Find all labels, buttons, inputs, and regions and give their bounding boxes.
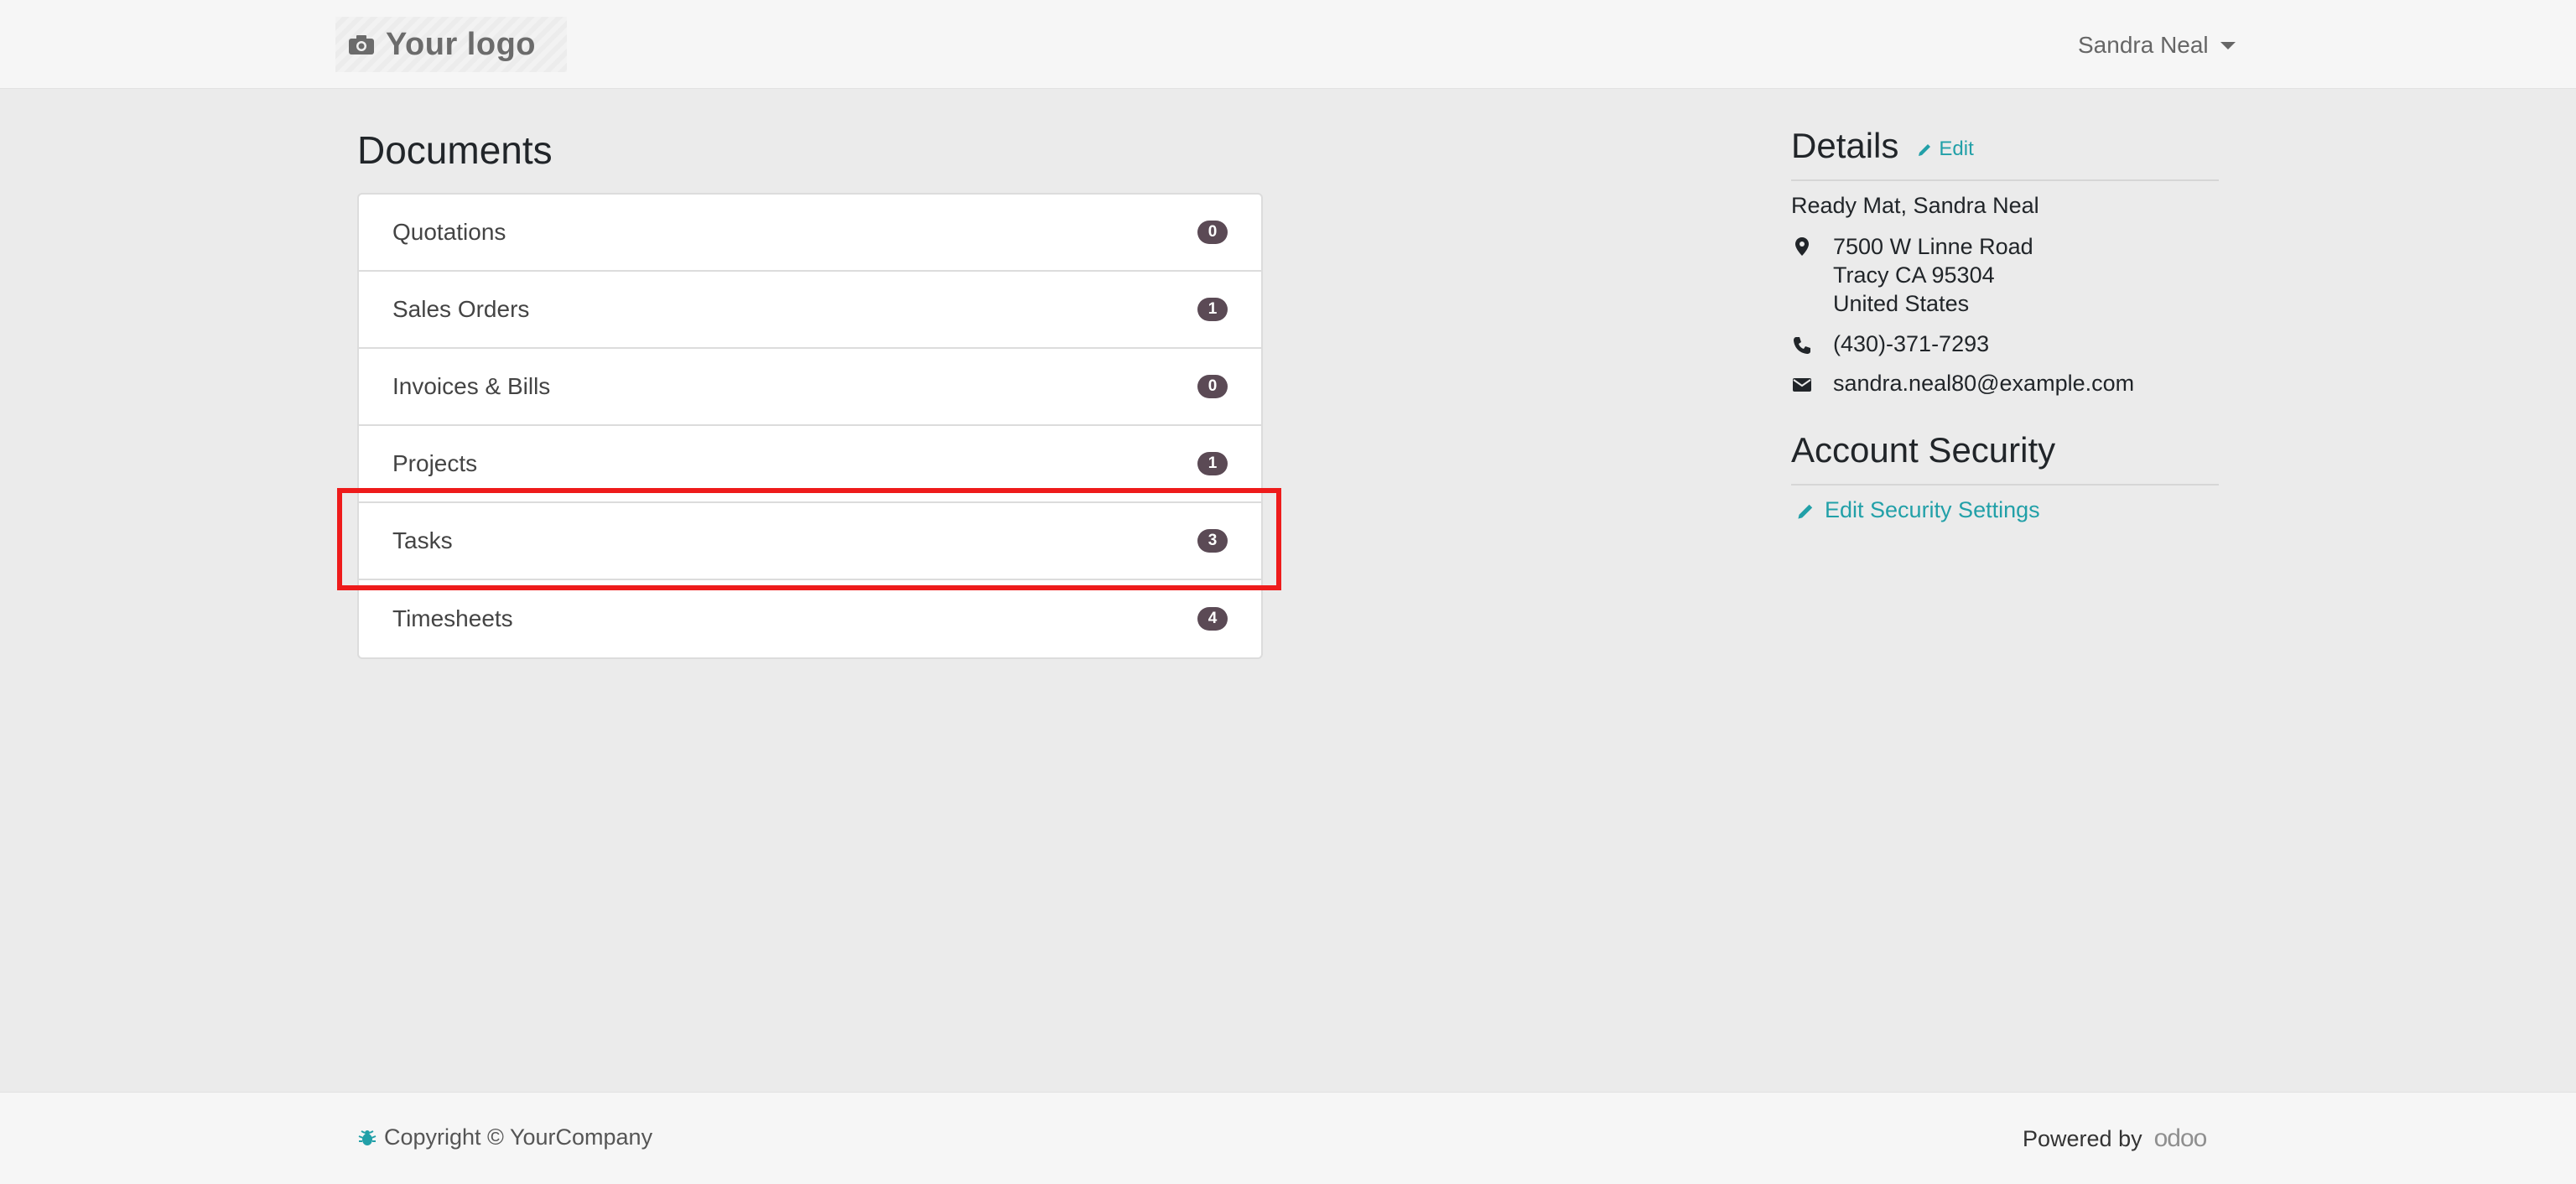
- address: 7500 W Linne Road Tracy CA 95304 United …: [1833, 232, 2033, 318]
- document-item-sales-orders[interactable]: Sales Orders 1: [359, 272, 1261, 349]
- top-navbar: Your logo Sandra Neal: [0, 0, 2576, 89]
- email-address: sandra.neal80@example.com: [1833, 371, 2135, 396]
- address-line: Tracy CA 95304: [1833, 262, 1995, 288]
- map-marker-icon: [1795, 237, 1809, 256]
- document-item-quotations[interactable]: Quotations 0: [359, 195, 1261, 272]
- phone-row: (430)-371-7293: [1791, 331, 2219, 357]
- envelope-icon: [1793, 378, 1811, 392]
- edit-details-link[interactable]: Edit: [1917, 138, 1974, 161]
- copyright: Copyright © YourCompany: [357, 1124, 652, 1150]
- user-name: Sandra Neal: [2078, 32, 2209, 58]
- phone-icon: [1794, 337, 1810, 354]
- details-title: Details: [1791, 126, 1899, 165]
- address-row: 7500 W Linne Road Tracy CA 95304 United …: [1791, 232, 2219, 318]
- pencil-icon: [1798, 504, 1813, 519]
- address-line: United States: [1833, 291, 1970, 316]
- email-row: sandra.neal80@example.com: [1791, 371, 2219, 397]
- company-contact: Ready Mat, Sandra Neal: [1791, 193, 2039, 218]
- document-label: Projects: [392, 450, 478, 476]
- odoo-logo: odoo: [2153, 1124, 2208, 1152]
- footer: Copyright © YourCompany Powered by odoo: [0, 1092, 2576, 1184]
- details-panel: Details Edit Ready Mat, Sandra Neal 7500…: [1791, 126, 2219, 523]
- powered-by[interactable]: Powered by odoo: [2023, 1124, 2208, 1153]
- powered-by-text: Powered by: [2023, 1125, 2142, 1151]
- count-badge: 4: [1197, 607, 1228, 631]
- camera-icon: [349, 35, 374, 55]
- document-label: Invoices & Bills: [392, 373, 551, 399]
- count-badge: 1: [1197, 298, 1228, 321]
- caret-down-icon: [2220, 41, 2236, 49]
- edit-label: Edit: [1939, 138, 1974, 160]
- count-badge: 0: [1197, 375, 1228, 398]
- count-badge: 0: [1197, 221, 1228, 244]
- document-item-invoices-bills[interactable]: Invoices & Bills 0: [359, 349, 1261, 426]
- edit-security-label: Edit Security Settings: [1825, 497, 2040, 522]
- details-header: Details Edit: [1791, 126, 2219, 181]
- copyright-text: Copyright © YourCompany: [384, 1124, 653, 1150]
- logo-text: Your logo: [386, 26, 536, 62]
- account-security-title: Account Security: [1791, 430, 2056, 470]
- address-line: 7500 W Linne Road: [1833, 234, 2033, 259]
- documents-title: Documents: [357, 128, 553, 172]
- phone-number: (430)-371-7293: [1833, 331, 1990, 356]
- pencil-icon: [1919, 144, 1931, 156]
- bug-icon[interactable]: [357, 1128, 377, 1148]
- user-menu-dropdown[interactable]: Sandra Neal: [2078, 29, 2236, 62]
- document-label: Sales Orders: [392, 296, 530, 322]
- document-label: Timesheets: [392, 605, 513, 631]
- company-logo[interactable]: Your logo: [335, 17, 567, 72]
- count-badge: 1: [1197, 452, 1228, 475]
- highlight-box: [337, 488, 1281, 590]
- account-security-header: Account Security: [1791, 430, 2219, 486]
- document-label: Quotations: [392, 219, 506, 245]
- document-item-timesheets[interactable]: Timesheets 4: [359, 580, 1261, 657]
- edit-security-settings-link[interactable]: Edit Security Settings: [1791, 497, 2219, 523]
